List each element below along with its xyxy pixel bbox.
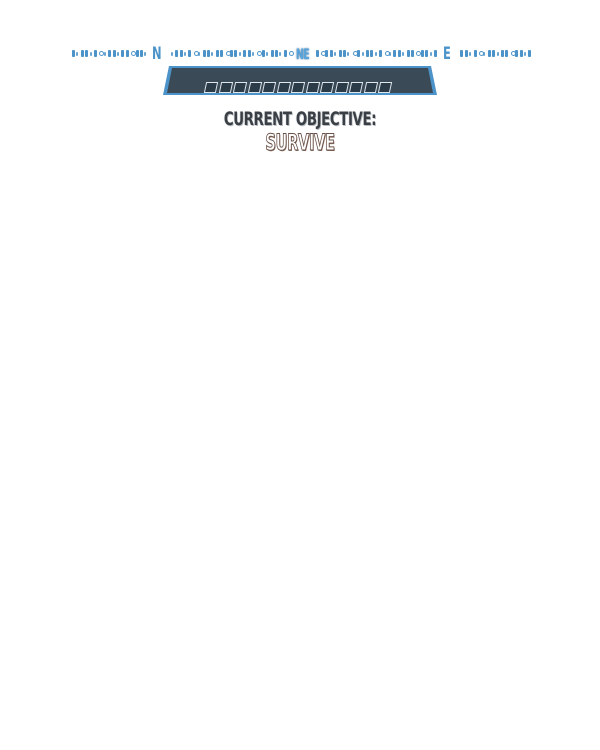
compass-tick: [434, 50, 437, 57]
compass-tick: [261, 50, 265, 57]
compass-tick: [469, 52, 472, 56]
compass-tick: [76, 52, 79, 56]
compass-tick: [338, 50, 342, 57]
compass-tick: [230, 50, 233, 57]
compass-tick: [266, 52, 269, 56]
compass-tick: [411, 50, 414, 57]
compass-tick: [524, 52, 526, 56]
compass-tick: [464, 50, 468, 57]
stamina-segment: [363, 82, 378, 93]
compass-tick: [329, 50, 333, 57]
compass-tick: [334, 52, 337, 56]
compass-tick: [347, 52, 350, 56]
compass-tick: [389, 52, 391, 56]
compass-tick: [393, 50, 397, 57]
compass-tick: [501, 50, 504, 57]
compass-tick: [80, 50, 84, 57]
compass-tick: [121, 50, 125, 57]
compass-tick: [366, 50, 369, 57]
compass-east-label: E: [443, 44, 451, 64]
compass-tick: [492, 50, 496, 57]
compass-tick: [220, 50, 224, 57]
compass-tick: [117, 52, 119, 56]
compass-tick: [188, 50, 192, 57]
compass-tick: [247, 50, 251, 57]
compass-tick: [170, 52, 173, 56]
stamina-segment: [203, 82, 218, 93]
compass-strip: N NE E: [70, 44, 532, 64]
compass-tick: [207, 50, 210, 57]
compass-tick: [343, 50, 346, 57]
compass-tick: [238, 52, 241, 56]
compass-tick: [496, 52, 499, 56]
game-hud: N NE E CURRENT OBJECTIVE: SURVIVE: [0, 0, 600, 160]
compass-tick: [483, 52, 486, 56]
stamina-segment: [334, 82, 349, 93]
stamina-segment: [261, 82, 276, 93]
compass-tick: [243, 50, 247, 57]
compass-tick: [402, 52, 405, 56]
compass-tick: [519, 50, 523, 57]
stamina-segment: [320, 82, 334, 93]
compass-tick: [275, 50, 278, 57]
compass-tick: [487, 50, 491, 57]
compass-tick: [357, 50, 361, 57]
compass-tick: [252, 52, 254, 56]
stamina-bar: [203, 82, 393, 93]
compass-tick: [325, 50, 329, 57]
compass-tick: [125, 50, 129, 57]
compass-tick: [397, 50, 401, 57]
stamina-segment: [232, 82, 247, 93]
compass-tick: [279, 52, 282, 56]
compass-tick: [211, 52, 214, 56]
compass-tick: [515, 50, 519, 57]
compass-tick: [144, 52, 147, 56]
compass-tick: [234, 50, 238, 57]
compass-dot: [289, 51, 295, 56]
stamina-segment: [276, 82, 291, 93]
compass-tick: [198, 52, 201, 56]
compass-north-label: N: [152, 44, 162, 64]
compass-tick: [374, 52, 377, 56]
stamina-segment: [247, 82, 262, 93]
compass-tick: [406, 50, 410, 57]
compass-tick: [89, 52, 92, 56]
compass-tick: [85, 50, 89, 57]
compass-tick: [215, 50, 219, 57]
compass-tick: [140, 50, 143, 57]
stamina-segment: [349, 82, 364, 93]
objective-heading: CURRENT OBJECTIVE:: [223, 108, 377, 130]
compass-tick: [184, 52, 186, 56]
objective-value: SURVIVE: [265, 131, 335, 157]
compass-tick: [505, 50, 509, 57]
compass-tick: [429, 52, 432, 56]
stamina-segment: [218, 82, 233, 93]
compass-tick: [283, 50, 287, 57]
compass-tick: [103, 52, 106, 56]
stamina-segment: [305, 82, 320, 93]
compass-tick: [202, 50, 206, 57]
compass-tick: [420, 50, 424, 57]
compass-tick: [473, 50, 477, 57]
compass-tick: [270, 50, 274, 57]
compass-tick: [94, 50, 97, 57]
compass-northeast-label: NE: [296, 47, 310, 63]
compass-tick: [108, 50, 112, 57]
compass-tick: [315, 50, 319, 57]
stamina-segment: [291, 82, 305, 93]
compass-tick: [379, 50, 383, 57]
stamina-segment: [378, 82, 393, 93]
compass-tick: [370, 50, 374, 57]
compass-tick: [425, 50, 429, 57]
compass-tick: [460, 50, 464, 57]
compass-tick: [361, 52, 364, 56]
compass-tick: [179, 50, 183, 57]
compass-tick: [72, 50, 75, 57]
compass-tick: [175, 50, 179, 57]
compass-tick: [112, 50, 116, 57]
compass-tick: [135, 50, 139, 57]
compass-tick: [528, 50, 532, 57]
